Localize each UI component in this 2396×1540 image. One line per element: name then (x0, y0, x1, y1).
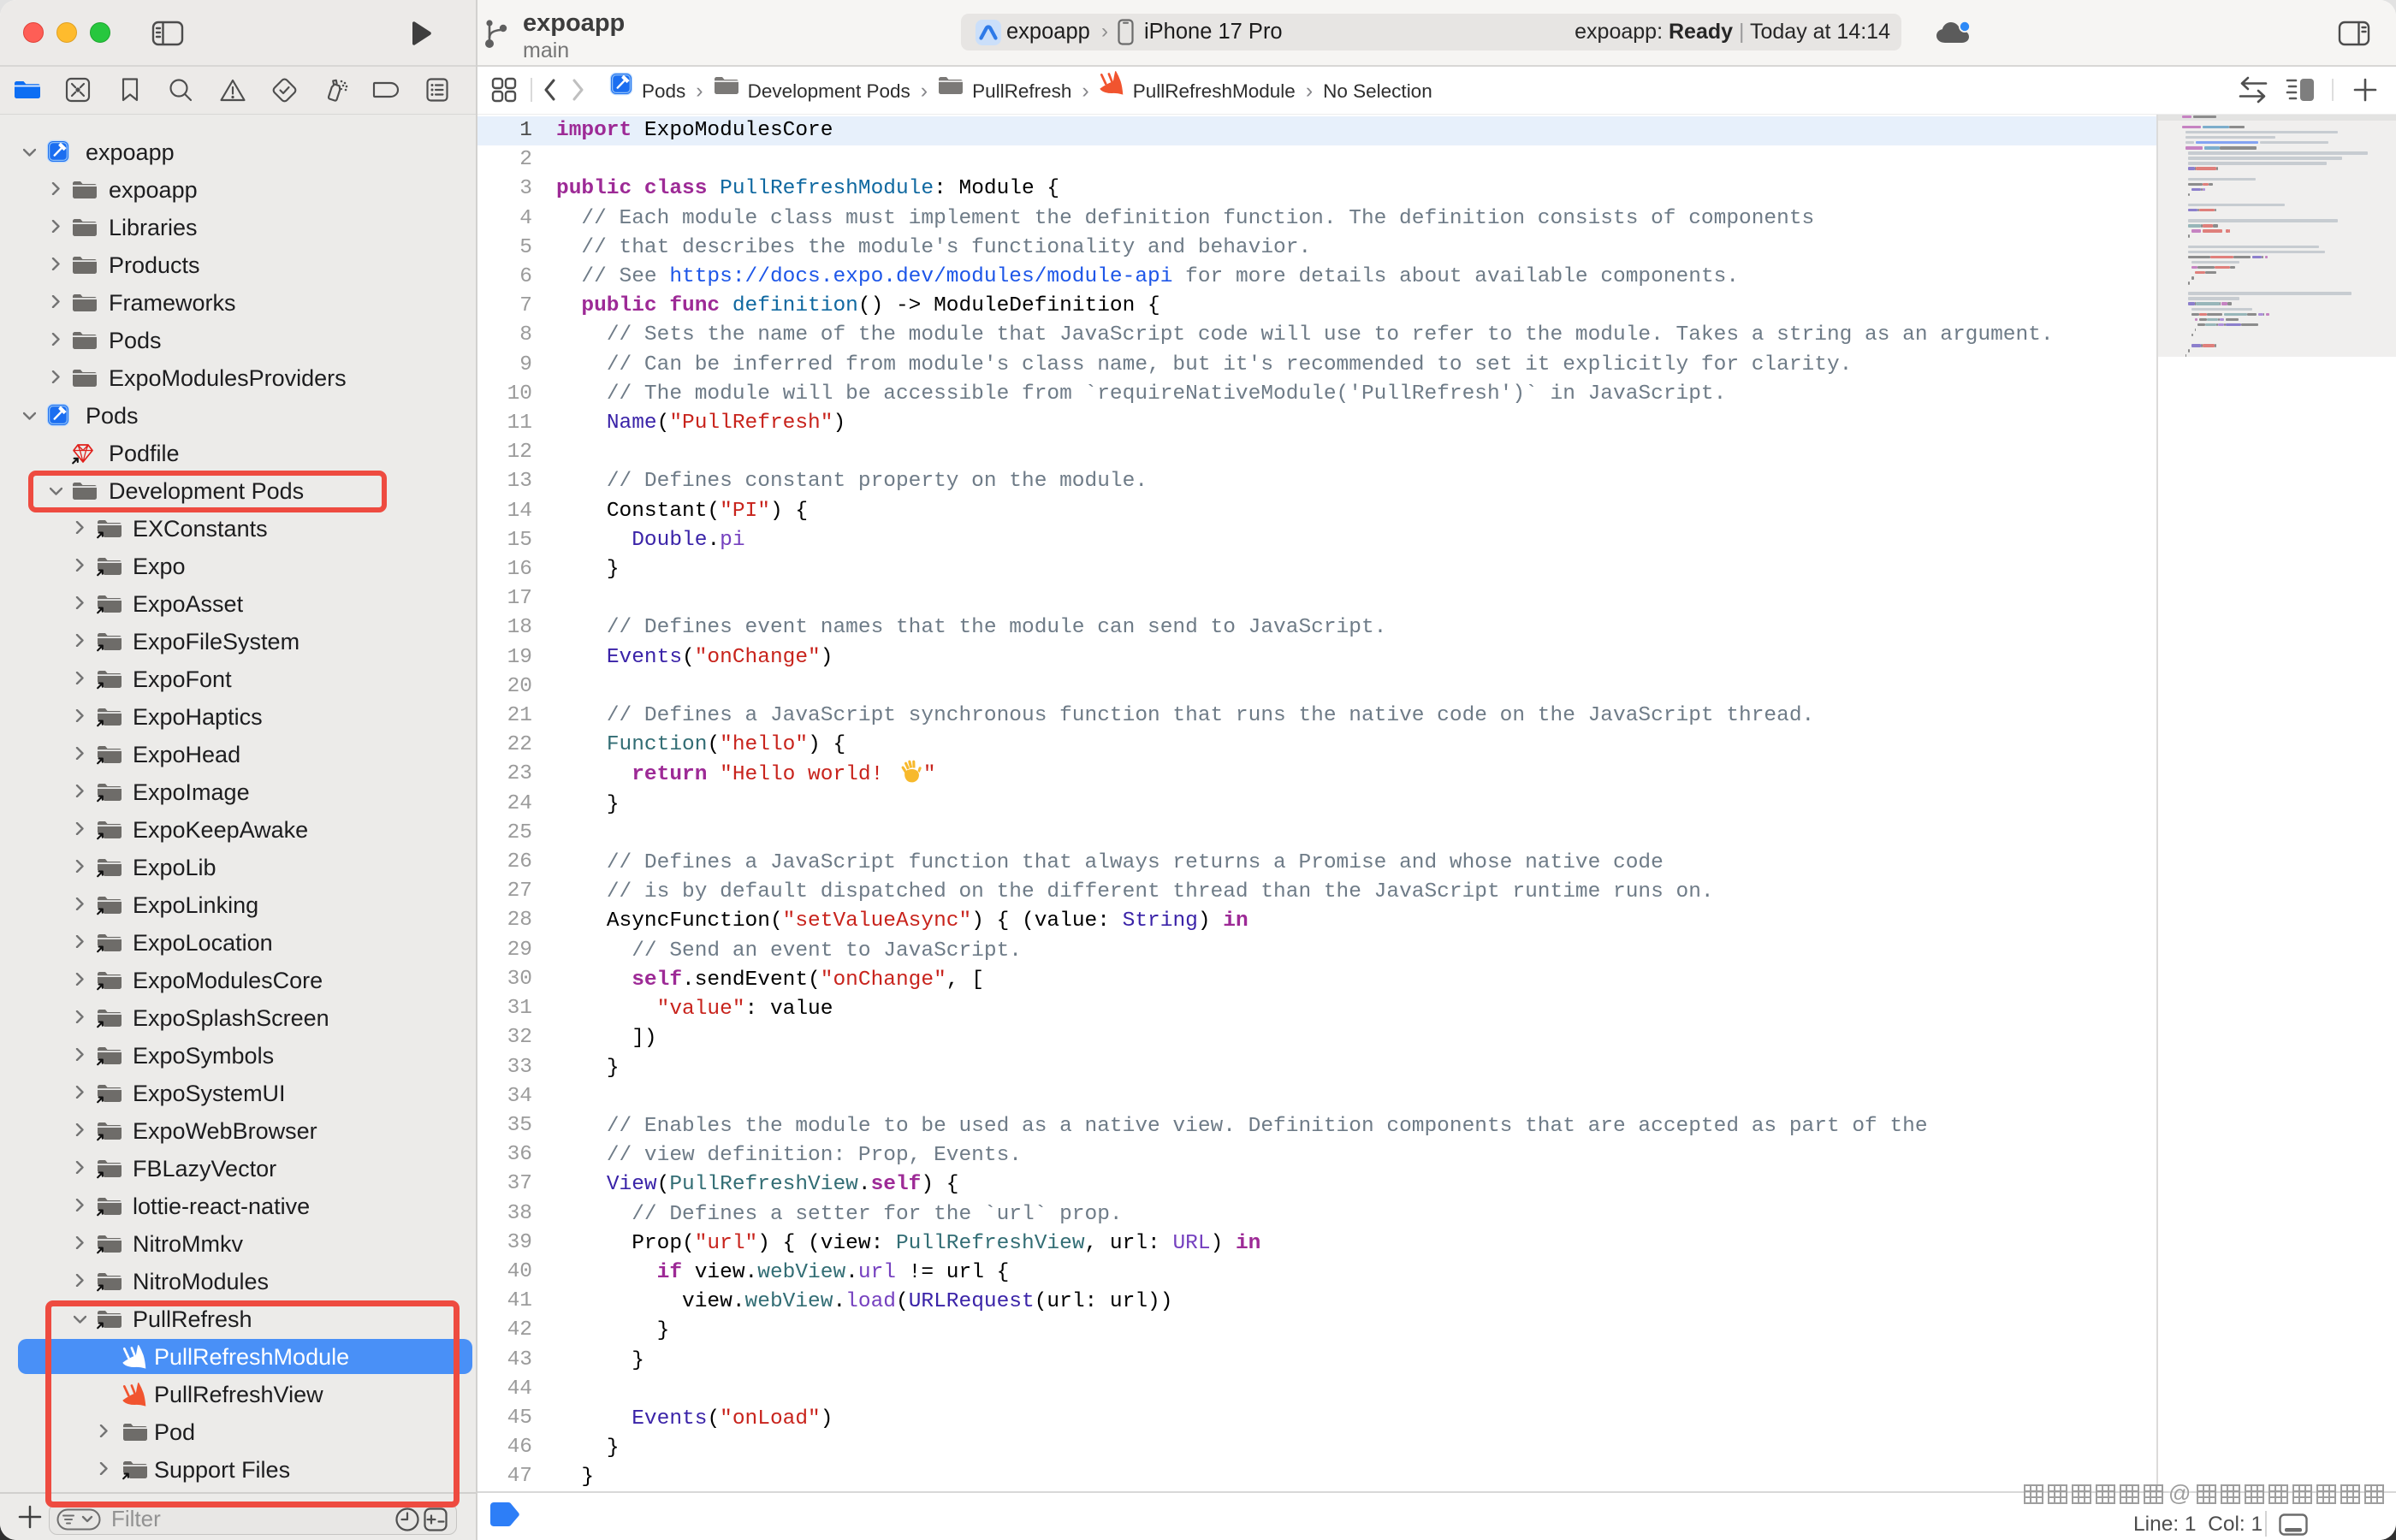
svg-text:@: @ (2168, 1483, 2191, 1506)
